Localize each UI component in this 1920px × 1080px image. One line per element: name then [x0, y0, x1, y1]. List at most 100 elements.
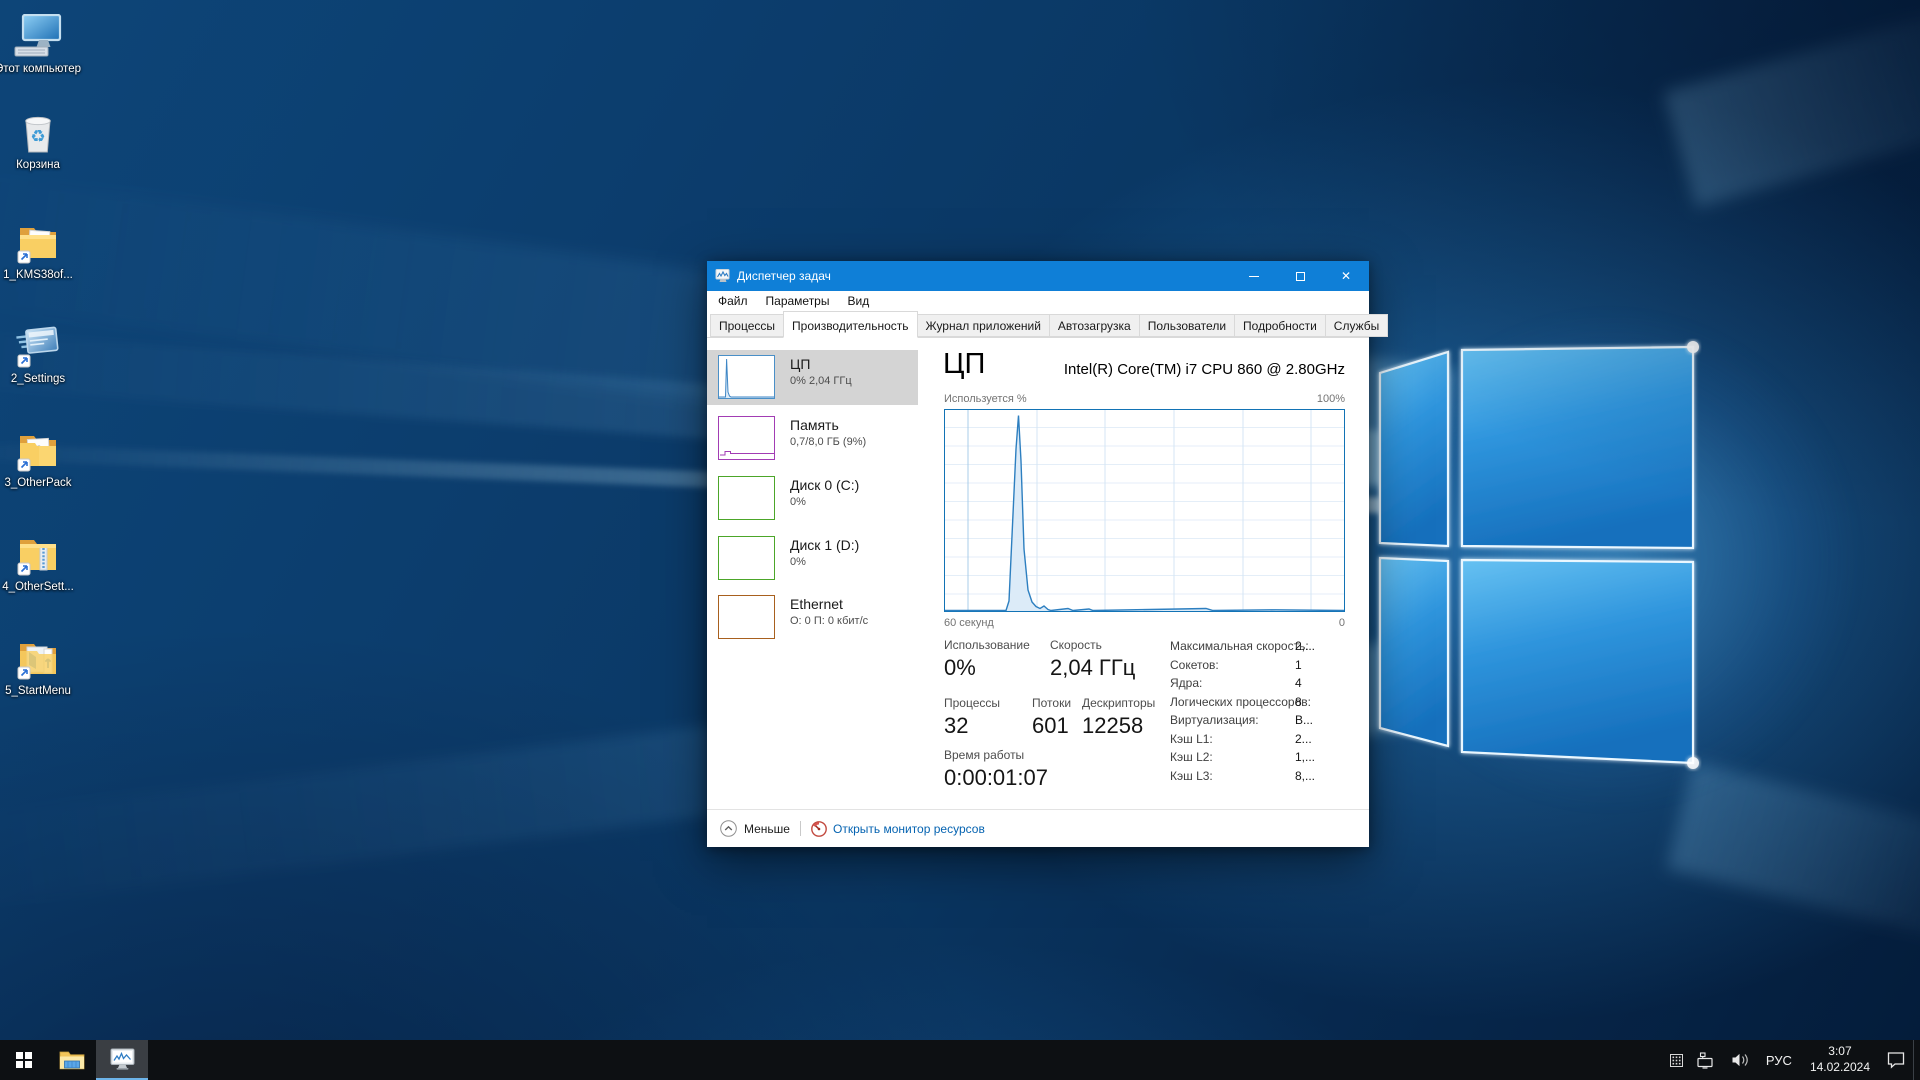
task-manager-icon [109, 1047, 136, 1072]
performance-sidebar: ЦП 0% 2,04 ГГц Память 0,7/8,0 ГБ (9%) [707, 338, 919, 809]
sidebar-item-memory[interactable]: Память 0,7/8,0 ГБ (9%) [707, 411, 918, 466]
tab-app-history[interactable]: Журнал приложений [917, 314, 1050, 337]
light-beam [1663, 0, 1920, 208]
maximize-button[interactable] [1277, 261, 1323, 291]
close-icon: ✕ [1341, 270, 1351, 282]
tabbar: Процессы Производительность Журнал прило… [707, 311, 1369, 338]
tab-services[interactable]: Службы [1325, 314, 1388, 337]
spec-row-l2-cache: Кэш L2: 1,... [1170, 750, 1348, 764]
chart-xmin-label: 0 [1339, 617, 1345, 629]
desktop-icon-otherpack[interactable]: 3_OtherPack [0, 430, 82, 490]
chart-ylabel: Используется % [944, 393, 1027, 405]
stat-usage-value: 0% [944, 655, 976, 681]
close-button[interactable]: ✕ [1323, 261, 1369, 291]
stat-uptime-label: Время работы [944, 748, 1024, 762]
tray-clock[interactable]: 3:07 14.02.2024 [1801, 1044, 1879, 1075]
desktop-icon-label: Корзина [0, 158, 82, 172]
disk1-thumbnail [718, 536, 775, 580]
memory-thumbnail [718, 416, 775, 460]
sidebar-item-subtitle: 0% 2,04 ГГц [790, 375, 852, 387]
tray-network[interactable] [1690, 1040, 1724, 1080]
menu-options[interactable]: Параметры [757, 292, 839, 310]
stat-handles-value: 12258 [1082, 713, 1143, 739]
window-footer: Меньше Открыть монитор ресурсов [707, 809, 1369, 847]
fewer-details-button[interactable]: Меньше [720, 820, 790, 837]
desktop-icon-kms38[interactable]: 1_KMS38of... [0, 222, 82, 282]
window-title: Диспетчер задач [737, 269, 831, 283]
folder-shortcut-icon [15, 430, 61, 474]
stat-usage-label: Использование [944, 638, 1030, 652]
sidebar-item-disk0[interactable]: Диск 0 (C:) 0% [707, 471, 918, 526]
chart-ymax-label: 100% [1317, 393, 1345, 405]
sidebar-item-cpu[interactable]: ЦП 0% 2,04 ГГц [707, 350, 918, 405]
spec-row-logical-processors: Логических процессоров: 8 [1170, 695, 1348, 709]
sidebar-item-title: Диск 1 (D:) [790, 537, 859, 553]
stat-uptime-value: 0:00:01:07 [944, 765, 1048, 791]
menu-file[interactable]: Файл [709, 292, 757, 310]
desktop-icon-recycle-bin[interactable]: ♻ Корзина [0, 110, 82, 172]
sidebar-item-title: Память [790, 417, 866, 433]
stat-threads-label: Потоки [1032, 696, 1071, 710]
menu-view[interactable]: Вид [838, 292, 878, 310]
tab-processes[interactable]: Процессы [710, 314, 784, 337]
spec-row-l1-cache: Кэш L1: 2... [1170, 732, 1348, 746]
windows-logo [1370, 330, 1710, 790]
desktop-icon-label: Этот компьютер [0, 62, 82, 76]
clock-date: 14.02.2024 [1810, 1060, 1870, 1076]
desktop-icon-label: 5_StartMenu [0, 684, 82, 698]
spec-row-virtualization: Виртуализация: В... [1170, 713, 1348, 727]
chart-xmax-label: 60 секунд [944, 617, 994, 629]
sidebar-item-disk1[interactable]: Диск 1 (D:) 0% [707, 531, 918, 586]
menubar: Файл Параметры Вид [707, 291, 1369, 311]
ethernet-thumbnail [718, 595, 775, 639]
cpu-sparkline [719, 356, 774, 398]
desktop-icon-this-pc[interactable]: Этот компьютер [0, 14, 82, 76]
sidebar-item-title: Диск 0 (C:) [790, 477, 859, 493]
tray-volume[interactable] [1724, 1040, 1757, 1080]
tab-performance[interactable]: Производительность [783, 311, 917, 338]
tray-language-indicator[interactable]: РУС [1757, 1053, 1801, 1068]
performance-pane: ЦП 0% 2,04 ГГц Память 0,7/8,0 ГБ (9%) [707, 338, 1369, 847]
spec-row-sockets: Сокетов: 1 [1170, 658, 1348, 672]
sidebar-item-subtitle: О: 0 П: 0 кбит/с [790, 615, 868, 627]
chart-bottom-labels: 60 секунд 0 [944, 617, 1345, 629]
show-desktop-button[interactable] [1913, 1040, 1920, 1080]
tab-startup[interactable]: Автозагрузка [1049, 314, 1140, 337]
tab-details[interactable]: Подробности [1234, 314, 1326, 337]
open-resource-monitor-link[interactable]: Открыть монитор ресурсов [811, 821, 985, 837]
desktop-icon-label: 1_KMS38of... [0, 268, 82, 282]
taskbar-task-manager-button[interactable] [96, 1040, 148, 1080]
system-tray: РУС 3:07 14.02.2024 [1663, 1040, 1920, 1080]
desktop-icon-othersett[interactable]: 4_OtherSett... [0, 534, 82, 594]
disk0-thumbnail [718, 476, 775, 520]
action-center-icon [1886, 1051, 1906, 1069]
sidebar-item-title: ЦП [790, 356, 852, 372]
stat-handles-label: Дескрипторы [1082, 696, 1155, 710]
resource-monitor-label: Открыть монитор ресурсов [833, 822, 985, 836]
minimize-button[interactable] [1231, 261, 1277, 291]
sidebar-item-subtitle: 0,7/8,0 ГБ (9%) [790, 436, 866, 448]
maximize-icon [1296, 272, 1305, 281]
action-center-button[interactable] [1879, 1040, 1913, 1080]
tab-users[interactable]: Пользователи [1139, 314, 1235, 337]
minimize-icon [1249, 276, 1259, 277]
spec-row-cores: Ядра: 4 [1170, 676, 1348, 690]
taskbar: РУС 3:07 14.02.2024 [0, 1040, 1920, 1080]
spec-row-max-speed: Максимальная скорость: 2,... [1170, 639, 1348, 653]
sidebar-item-ethernet[interactable]: Ethernet О: 0 П: 0 кбит/с [707, 590, 918, 645]
taskbar-file-explorer-button[interactable] [48, 1040, 96, 1080]
fewer-details-label: Меньше [744, 822, 790, 836]
settings-shortcut-icon [15, 326, 61, 370]
start-button[interactable] [0, 1040, 48, 1080]
folder-shortcut-icon [15, 638, 61, 682]
footer-divider [800, 821, 801, 836]
tray-hidden-icons[interactable] [1663, 1040, 1690, 1080]
grid-icon [1670, 1054, 1683, 1067]
desktop-icon-settings[interactable]: 2_Settings [0, 326, 82, 386]
desktop-icon-startmenu[interactable]: 5_StartMenu [0, 638, 82, 698]
stat-speed-value: 2,04 ГГц [1050, 655, 1135, 681]
chevron-up-circle-icon [720, 820, 737, 837]
titlebar[interactable]: Диспетчер задач ✕ [707, 261, 1369, 291]
computer-icon [14, 14, 62, 60]
resource-monitor-icon [811, 821, 827, 837]
